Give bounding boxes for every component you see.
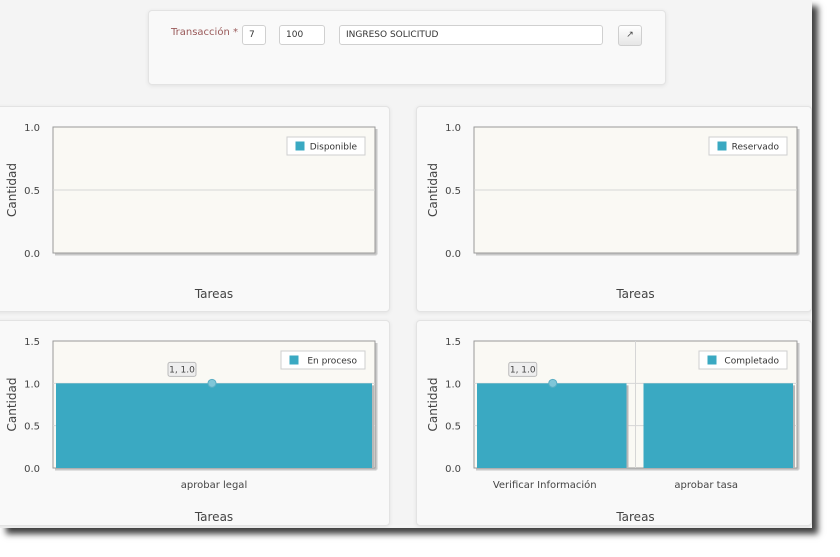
legend-swatch — [716, 140, 728, 152]
y-axis-title: Cantidad — [5, 163, 19, 217]
app-frame: Transacción * 7 100 INGRESO SOLICITUD ↗ … — [0, 0, 812, 528]
y-axis-title: Cantidad — [5, 378, 19, 432]
chart-4: 0.0 0.5 1.0 1.5 Cantidad Verificar Informació… — [426, 337, 800, 524]
chart-card-completado: 0.0 0.5 1.0 1.5 Cantidad Verificar Informació… — [416, 320, 812, 526]
transaction-type-input[interactable]: 7 — [242, 25, 266, 45]
legend-label: Completado — [724, 357, 779, 367]
y-tick-label: 0.5 — [24, 422, 40, 433]
legend-label: Disponible — [310, 143, 358, 153]
legend-label: En proceso — [307, 357, 357, 367]
y-tick-label: 0.0 — [24, 249, 40, 260]
bar — [477, 383, 627, 468]
bar — [643, 383, 793, 468]
y-tick-label: 0.5 — [445, 186, 461, 197]
chart-2: 0.0 0.5 1.0 Cantidad Reservado Tareas — [426, 123, 800, 301]
y-tick-label: 0.0 — [445, 464, 461, 475]
y-axis-title: Cantidad — [426, 163, 440, 217]
y-tick-label: 0.5 — [445, 422, 461, 433]
legend-swatch — [294, 140, 306, 152]
transaction-description-input[interactable]: INGRESO SOLICITUD — [339, 25, 603, 45]
x-axis-title: Tareas — [615, 510, 654, 524]
y-tick-label: 0.5 — [24, 186, 40, 197]
bar-shadow — [793, 385, 795, 468]
chart-3: 0.0 0.5 1.0 1.5 Cantidad aprobar legal 1, 1.0 E… — [5, 337, 378, 524]
bar-shadow — [372, 385, 374, 468]
legend-swatch — [288, 354, 300, 366]
tooltip-text: 1, 1.0 — [169, 365, 195, 375]
y-tick-label: 1.5 — [24, 337, 40, 348]
highlight-point — [207, 378, 217, 388]
chart-1: 0.0 0.5 1.0 Cantidad Disponible Tareas — [5, 123, 378, 301]
y-tick-label: 0.0 — [24, 464, 40, 475]
x-tick-label: Verificar Información — [493, 479, 597, 491]
x-tick-label: aprobar legal — [181, 480, 247, 491]
external-link-icon: ↗ — [626, 30, 634, 40]
x-axis-title: Tareas — [194, 287, 233, 301]
transaction-form: Transacción * 7 100 INGRESO SOLICITUD ↗ — [148, 10, 666, 85]
transaction-code-input[interactable]: 100 — [279, 25, 325, 45]
x-tick-label: aprobar tasa — [674, 480, 738, 491]
chart-card-disponible: 0.0 0.5 1.0 Cantidad Disponible Tareas — [0, 106, 390, 312]
bar-shadow — [626, 385, 629, 468]
legend-label: Reservado — [732, 143, 780, 153]
x-axis-title: Tareas — [615, 287, 654, 301]
bar — [56, 383, 372, 468]
transaction-label: Transacción * — [171, 27, 238, 38]
tooltip-text: 1, 1.0 — [510, 365, 536, 375]
y-tick-label: 1.0 — [24, 123, 40, 134]
highlight-point — [548, 378, 558, 388]
open-transaction-button[interactable]: ↗ — [618, 25, 642, 46]
chart-card-en-proceso: 0.0 0.5 1.0 1.5 Cantidad aprobar legal 1, 1.0 E… — [0, 320, 390, 526]
chart-card-reservado: 0.0 0.5 1.0 Cantidad Reservado Tareas — [416, 106, 812, 312]
y-tick-label: 0.0 — [445, 249, 461, 260]
x-axis-title: Tareas — [194, 510, 233, 524]
y-tick-label: 1.0 — [445, 379, 461, 390]
legend-swatch — [706, 354, 718, 366]
y-axis-title: Cantidad — [426, 378, 440, 432]
y-tick-label: 1.0 — [24, 379, 40, 390]
y-tick-label: 1.5 — [445, 337, 461, 348]
y-tick-label: 1.0 — [445, 123, 461, 134]
